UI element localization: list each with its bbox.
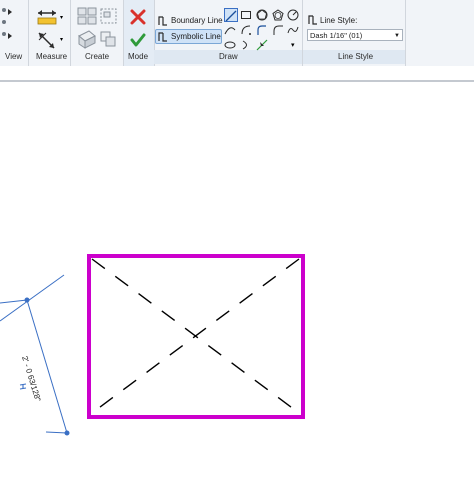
dimension-extension-line-bottom <box>45 431 68 434</box>
create-similar-icon[interactable] <box>76 28 98 50</box>
measure-dropdown-icon[interactable]: ▾ <box>60 14 66 21</box>
center-ends-arc-tool-icon[interactable] <box>240 23 252 35</box>
create-parts-icon[interactable] <box>98 28 120 50</box>
circle-tool-icon[interactable] <box>287 8 299 21</box>
ribbon-footer <box>0 66 474 80</box>
start-end-arc-tool-icon[interactable] <box>224 23 236 35</box>
panel-divider <box>28 0 29 66</box>
chevron-down-icon: ▼ <box>394 33 400 39</box>
dimension-dropdown-icon[interactable]: ▾ <box>60 36 66 43</box>
dimension-extension-line-top <box>0 274 65 322</box>
line-style-label: Line Style: <box>320 16 358 25</box>
dimension-lock-icon[interactable] <box>19 383 27 390</box>
tangent-arc-tool-icon[interactable] <box>256 23 268 35</box>
dimension-text[interactable]: 2' - 0 63/128" <box>20 355 42 403</box>
spline-tool-icon[interactable] <box>287 23 299 35</box>
view-tool-icon[interactable] <box>0 6 14 42</box>
panel-label-measure: Measure <box>36 52 68 61</box>
panel-label-mode: Mode <box>128 52 149 61</box>
cancel-edit-mode-icon[interactable] <box>130 9 146 25</box>
line-style-select[interactable]: Dash 1/16" (01) ▼ <box>307 29 403 41</box>
create-group-icon[interactable] <box>98 6 120 26</box>
boundary-line-label: Boundary Line <box>171 16 223 25</box>
line-style-value: Dash 1/16" (01) <box>310 31 363 40</box>
ellipse-tool-icon[interactable] <box>224 38 236 50</box>
panel-divider <box>405 0 406 66</box>
panel-divider <box>70 0 71 66</box>
pick-lines-tool-icon[interactable] <box>256 38 268 51</box>
component-icon[interactable] <box>76 6 98 26</box>
aligned-dimension-icon[interactable] <box>36 30 58 50</box>
partial-ellipse-tool-icon[interactable] <box>240 38 252 50</box>
rectangle-tool-icon[interactable] <box>240 8 252 20</box>
line-style-icon <box>308 15 317 25</box>
dimension-grip[interactable] <box>64 430 70 436</box>
boundary-line-icon <box>158 16 167 26</box>
finish-edit-mode-icon[interactable] <box>130 32 146 48</box>
panel-label-draw: Draw <box>219 52 238 61</box>
dimension-grip[interactable] <box>24 297 30 303</box>
panel-label-create: Create <box>85 52 110 61</box>
inscribed-polygon-tool-icon[interactable] <box>256 8 268 21</box>
drawing-canvas[interactable]: 2' - 0 63/128" <box>0 82 474 481</box>
ribbon: View ▾ ▾ Measure Create Mode Boundary Li… <box>0 0 474 66</box>
symbolic-line-button[interactable]: Symbolic Line <box>155 29 222 44</box>
measure-icon[interactable] <box>36 8 58 26</box>
drawing-svg: 2' - 0 63/128" <box>0 254 305 436</box>
symbolic-line-icon <box>158 32 167 42</box>
panel-label-line-style: Line Style <box>338 52 374 61</box>
circumscribed-polygon-tool-icon[interactable] <box>272 8 284 21</box>
boundary-line-button[interactable]: Boundary Line <box>155 13 223 28</box>
panel-label-view: View <box>5 52 23 61</box>
dimension-witness-line <box>0 299 28 304</box>
symbolic-line-label: Symbolic Line <box>171 32 221 41</box>
fillet-arc-tool-icon[interactable] <box>272 23 284 35</box>
line-tool-icon[interactable] <box>224 8 238 22</box>
